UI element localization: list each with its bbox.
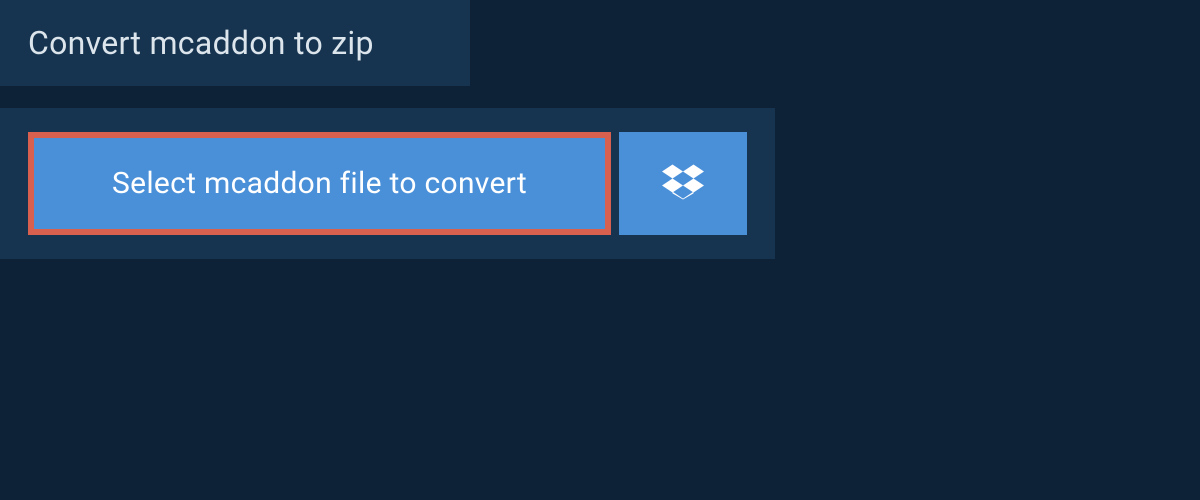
page-title: Convert mcaddon to zip	[28, 24, 442, 62]
dropbox-icon	[662, 161, 704, 207]
select-file-button[interactable]: Select mcaddon file to convert	[28, 132, 611, 235]
upload-section: Select mcaddon file to convert	[0, 108, 775, 259]
select-file-label: Select mcaddon file to convert	[112, 166, 527, 201]
heading-bar: Convert mcaddon to zip	[0, 0, 470, 86]
dropbox-button[interactable]	[619, 132, 747, 235]
